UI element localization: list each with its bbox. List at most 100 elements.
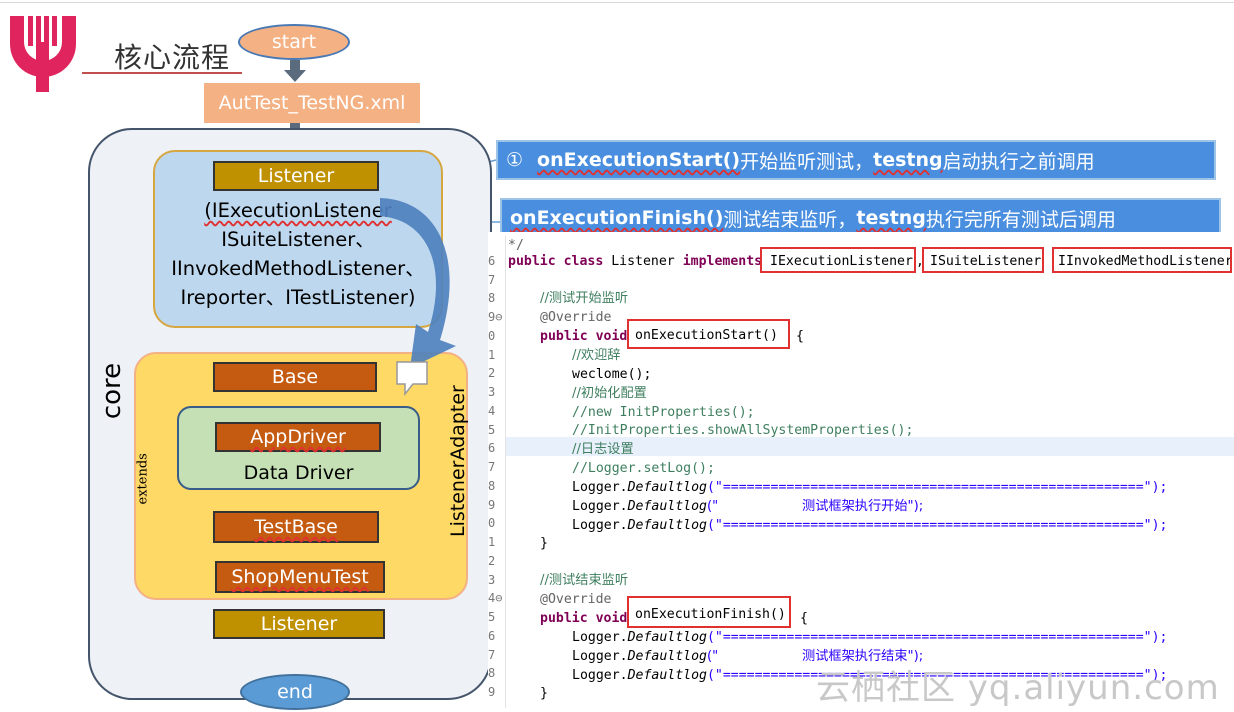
- code-token: Defaultlog: [627, 630, 707, 645]
- end-node: end: [240, 674, 350, 710]
- line-number: 8: [488, 666, 496, 681]
- code-token: Defaultlog: [627, 499, 707, 514]
- code-token: Defaultlog: [627, 668, 707, 683]
- line-number: 3: [488, 572, 496, 587]
- code-line: //InitProperties.showAllSystemProperties…: [572, 423, 914, 438]
- line-number: 9⊖: [488, 310, 503, 324]
- code-token: ("======================================…: [706, 518, 1168, 533]
- code-line: //测试开始监听: [540, 289, 628, 308]
- code-line: @Override: [540, 310, 612, 325]
- code-token: ISuiteListener: [930, 254, 1042, 269]
- code-token: Logger.: [572, 499, 628, 514]
- line-number: 4⊖: [488, 591, 503, 606]
- code-token: Logger.: [572, 649, 628, 664]
- code-token: ("======================================…: [706, 630, 1168, 645]
- base-node: Base: [213, 362, 377, 392]
- code-line: {: [788, 329, 804, 344]
- code-token: Defaultlog: [627, 480, 707, 495]
- line-number: 9: [488, 685, 496, 699]
- code-token: ("======================================…: [706, 480, 1168, 495]
- callout-start-method: onExecutionStart(): [537, 149, 741, 171]
- code-line: public class Listener implements: [508, 252, 762, 271]
- callout-start-suffix: 启动执行之前调用: [942, 150, 1095, 173]
- line-number: 0: [488, 328, 496, 343]
- code-line: Logger.Defaultlog("=====================…: [572, 516, 1167, 535]
- highlight-iexecutionlistener: IExecutionListener: [760, 247, 916, 273]
- code-line: //欢迎辞: [572, 348, 621, 363]
- line-number: 7: [488, 460, 496, 474]
- line-number: 1: [488, 347, 496, 362]
- line-number: 1: [488, 535, 496, 549]
- highlight-onexecutionstart: onExecutionStart(): [627, 319, 790, 349]
- code-token: public void: [540, 611, 628, 626]
- code-line: public void: [540, 327, 627, 346]
- callout-start-text: 开始监听测试，: [740, 150, 874, 173]
- code-line: @Override: [540, 592, 612, 607]
- line-number: 8: [488, 291, 496, 306]
- code-token: public class: [508, 254, 604, 269]
- callout-finish-testng: testng: [856, 207, 926, 229]
- callout-finish-method: onExecutionFinish(): [510, 207, 724, 229]
- highlight-onexecutionfinish: onExecutionFinish(): [627, 596, 791, 628]
- line-number: [488, 233, 506, 252]
- extends-label: extends: [135, 453, 151, 505]
- listener-header-node: Listener: [213, 161, 379, 191]
- code-token: onExecutionFinish(): [635, 607, 786, 622]
- line-number: 2: [488, 553, 496, 568]
- line-number: 4: [488, 403, 496, 418]
- core-label: core: [97, 362, 127, 420]
- code-token: implements: [682, 254, 763, 269]
- line-number: 6: [488, 253, 496, 268]
- config-xml-node: AutTest_TestNG.xml: [204, 83, 420, 123]
- start-node: start: [238, 24, 350, 60]
- code-line: //测试结束监听: [540, 573, 629, 588]
- code-line: Logger.Defaultlog("=====================…: [572, 628, 1167, 647]
- line-number: 0: [488, 516, 496, 531]
- test-base-node: TestBase: [213, 511, 379, 543]
- line-number: 9: [488, 497, 496, 512]
- line-number: 5: [488, 610, 496, 624]
- line-number: 5: [488, 422, 496, 437]
- code-token: Defaultlog: [627, 518, 707, 533]
- line-number: 2: [488, 366, 496, 381]
- callout-finish-suffix: 执行完所有测试后调用: [925, 208, 1116, 231]
- code-line: //Logger.setLog();: [572, 461, 715, 476]
- code-line: {: [792, 611, 808, 626]
- callout-start-testng: testng: [873, 149, 943, 171]
- code-token: public void: [540, 329, 628, 344]
- highlight-isuitelistener: ISuiteListener: [922, 247, 1044, 273]
- line-number: 8: [488, 478, 496, 493]
- code-token: Listener: [603, 254, 683, 269]
- line-number: 3: [488, 385, 496, 399]
- data-driver-label: Data Driver: [243, 462, 354, 484]
- code-token: IInvokedMethodListener: [1058, 254, 1232, 269]
- highlight-iinvokedmethodlistener: IInvokedMethodListener: [1052, 247, 1232, 273]
- code-line: Logger.Defaultlog(" 测试框架执行开始");: [572, 497, 923, 516]
- code-token: Logger.: [572, 630, 628, 645]
- line-number: 6: [488, 628, 496, 643]
- line-number: 7: [488, 647, 496, 662]
- callout-execution-start: ① onExecutionStart() 开始监听测试， testng 启动执行…: [496, 140, 1216, 180]
- line-number: 7: [488, 272, 496, 287]
- watermark: 云栖社区 yq.aliyun.com: [816, 668, 1220, 708]
- code-line: //new InitProperties();: [572, 405, 755, 420]
- code-token: IExecutionListener: [770, 254, 913, 269]
- code-token: Logger.: [572, 480, 628, 495]
- code-line: }: [540, 686, 548, 701]
- code-line: Logger.Defaultlog("=====================…: [572, 478, 1167, 497]
- code-content: */ public class Listener implements //测试…: [508, 232, 1234, 708]
- code-line: //日志设置: [572, 442, 634, 457]
- callout-finish-text: 测试结束监听，: [723, 208, 857, 231]
- callout-start-number: ①: [506, 149, 524, 171]
- listener-adapter-label: ListenerAdapter: [447, 385, 469, 537]
- code-line: weclome();: [572, 367, 652, 382]
- code-token: (" 测试框架执行开始");: [706, 499, 924, 514]
- code-token: onExecutionStart(): [635, 328, 778, 343]
- code-line: //初始化配置: [572, 386, 647, 401]
- shop-menu-test-node: ShopMenuTest: [215, 561, 385, 593]
- code-line: public void: [540, 609, 627, 628]
- line-number: 6: [488, 441, 496, 456]
- code-token: Defaultlog: [627, 649, 707, 664]
- code-token: Logger.: [572, 668, 628, 683]
- comment-bubble-icon: [396, 361, 428, 397]
